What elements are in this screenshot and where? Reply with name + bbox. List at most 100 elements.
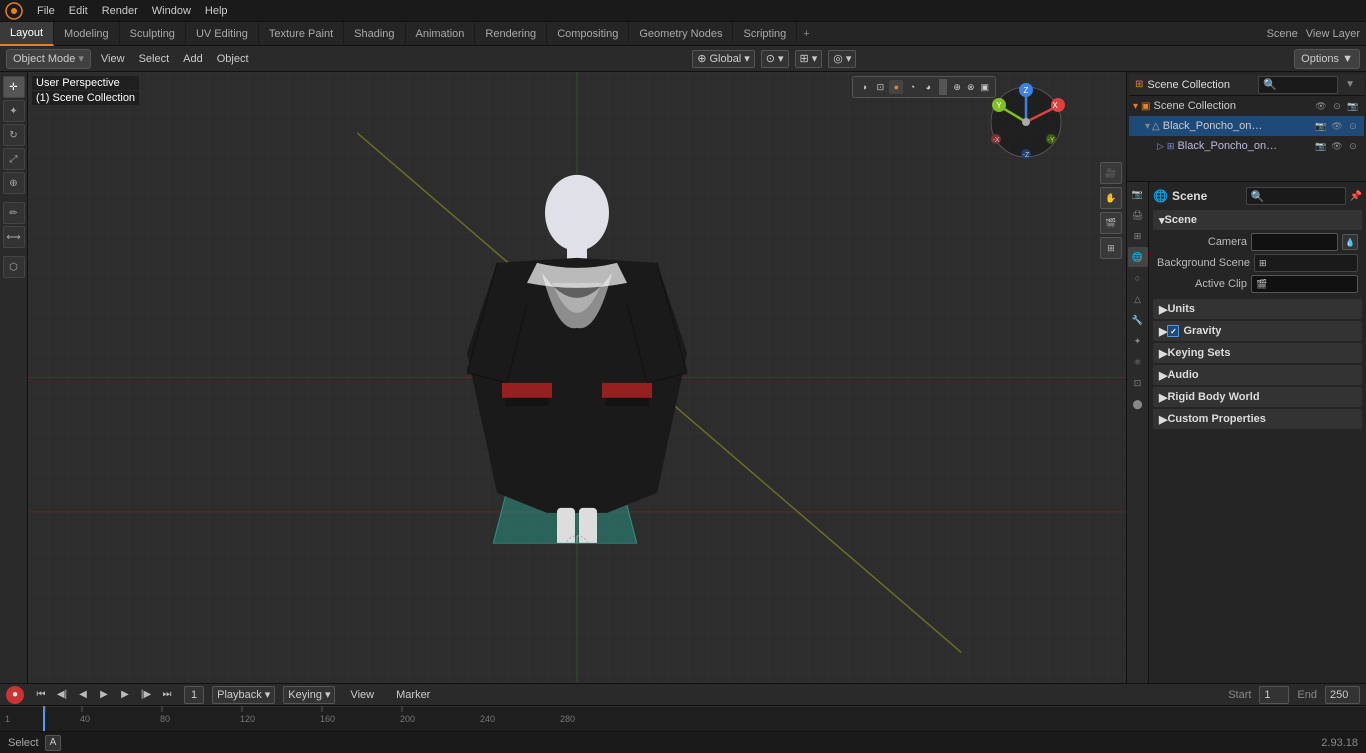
rendered-mode-button[interactable]: ◕ [921, 80, 935, 94]
transform-orientation[interactable]: ⊕ Global ▾ [692, 50, 755, 68]
xray-toggle[interactable]: ▣ [978, 82, 991, 93]
menu-file[interactable]: File [30, 3, 62, 19]
prop-icon-object-data[interactable]: ⊡ [1128, 373, 1148, 393]
custom-props-section-header[interactable]: ▶ Custom Properties [1153, 409, 1362, 429]
tool-rotate[interactable]: ↻ [3, 124, 25, 146]
current-frame-display[interactable]: 1 [184, 686, 204, 704]
outliner-item-render-icon[interactable]: ⊙ [1346, 119, 1360, 133]
gizmo-toggle[interactable]: ⊗ [965, 82, 977, 93]
object-menu[interactable]: Object [211, 51, 255, 67]
prop-icon-particles[interactable]: ✦ [1128, 331, 1148, 351]
play-button[interactable]: ▶ [95, 686, 113, 704]
outliner-sub-restrict-icon[interactable]: ⊙ [1346, 139, 1360, 153]
proportional-editing[interactable]: ◎ ▾ [828, 50, 856, 68]
outliner-item-scene-collection[interactable]: ▾ ▣ Scene Collection 👁 ⊙ 📷 [1129, 96, 1364, 116]
camera-view-button[interactable]: 🎥 [1100, 162, 1122, 184]
add-workspace-button[interactable]: + [797, 26, 815, 42]
tool-cursor[interactable]: ✛ [3, 76, 25, 98]
tab-modeling[interactable]: Modeling [54, 22, 120, 46]
properties-pin-button[interactable]: 📌 [1350, 191, 1362, 202]
audio-section-header[interactable]: ▶ Audio [1153, 365, 1362, 385]
pan-button[interactable]: ✋ [1100, 187, 1122, 209]
prop-icon-modifier[interactable]: 🔧 [1128, 310, 1148, 330]
outliner-sub-camera-icon[interactable]: 📷 [1314, 139, 1328, 153]
add-menu[interactable]: Add [177, 51, 209, 67]
prev-frame-button[interactable]: ◀ [74, 686, 92, 704]
outliner-sub-eye-icon[interactable]: 👁 [1330, 139, 1344, 153]
gravity-section-header[interactable]: ▶ ✓ Gravity [1153, 321, 1362, 341]
menu-edit[interactable]: Edit [62, 3, 95, 19]
tab-sculpting[interactable]: Sculpting [120, 22, 186, 46]
material-mode-button[interactable]: ◔ [905, 80, 919, 94]
outliner-item-eye-icon[interactable]: 👁 [1330, 119, 1344, 133]
tool-measure[interactable]: ⟷ [3, 226, 25, 248]
outliner-restrict-render[interactable]: 📷 [1346, 99, 1360, 113]
navigation-gizmo[interactable]: X Y Z -X -Y -Z [986, 82, 1066, 162]
prop-icon-material[interactable]: ⬤ [1128, 394, 1148, 414]
prop-icon-output[interactable]: 🖨 [1128, 205, 1148, 225]
gravity-checkbox[interactable]: ✓ [1167, 325, 1179, 337]
active-clip-field[interactable]: 🎬 [1251, 275, 1358, 293]
outliner-filter-button[interactable]: ▼ [1342, 79, 1358, 90]
view-menu[interactable]: View [95, 51, 131, 67]
timeline-marker-menu[interactable]: Marker [389, 687, 437, 703]
tool-transform[interactable]: ⊕ [3, 172, 25, 194]
jump-to-start-button[interactable]: ⏮ [32, 686, 50, 704]
outliner-item-poncho-sub[interactable]: ▷ ⊞ Black_Poncho_on_Manne 📷 👁 ⊙ [1129, 136, 1364, 156]
prop-icon-world[interactable]: ○ [1128, 268, 1148, 288]
snap-view-button[interactable]: ⊞ [1100, 237, 1122, 259]
viewport-shading-button[interactable]: ◑ [857, 80, 871, 94]
tab-uv-editing[interactable]: UV Editing [186, 22, 259, 46]
prop-icon-view-layer[interactable]: ⊞ [1128, 226, 1148, 246]
tab-animation[interactable]: Animation [406, 22, 476, 46]
prop-icon-object[interactable]: △ [1128, 289, 1148, 309]
viewport-3d[interactable]: User Perspective (1) Scene Collection X … [28, 72, 1126, 683]
prop-icon-render[interactable]: 📷 [1128, 184, 1148, 204]
tab-compositing[interactable]: Compositing [547, 22, 629, 46]
record-button[interactable]: ● [6, 686, 24, 704]
menu-help[interactable]: Help [198, 3, 235, 19]
tab-layout[interactable]: Layout [0, 22, 54, 46]
timeline-ruler[interactable]: 1 40 80 120 160 200 240 280 [0, 706, 1366, 731]
camera-field[interactable] [1251, 233, 1338, 251]
tool-add-object[interactable]: ⬡ [3, 256, 25, 278]
scene-selector[interactable]: Scene [1267, 28, 1298, 40]
tool-move[interactable]: ✦ [3, 100, 25, 122]
units-section-header[interactable]: ▶ Units [1153, 299, 1362, 319]
mode-selector[interactable]: Object Mode ▾ [6, 49, 91, 69]
tab-shading[interactable]: Shading [344, 22, 405, 46]
select-menu[interactable]: Select [133, 51, 176, 67]
overlay-toggle[interactable]: ⊕ [951, 82, 963, 93]
solid-mode-button[interactable]: ● [889, 80, 903, 94]
outliner-search[interactable]: 🔍 [1258, 76, 1338, 94]
zoom-button[interactable]: 🎬 [1100, 212, 1122, 234]
render-button[interactable]: ⊡ [873, 80, 887, 94]
outliner-restrict-viewport[interactable]: 👁 [1314, 99, 1328, 113]
prop-icon-scene[interactable]: 🌐 [1128, 247, 1148, 267]
snap-toggle[interactable]: ⊞ ▾ [795, 50, 823, 68]
prop-icon-physics[interactable]: ⚛ [1128, 352, 1148, 372]
start-frame-input[interactable]: 1 [1259, 686, 1289, 704]
menu-window[interactable]: Window [145, 3, 198, 19]
pivot-point[interactable]: ⊙ ▾ [761, 50, 789, 68]
keying-menu[interactable]: Keying ▾ [283, 686, 335, 704]
outliner-item-poncho[interactable]: ▾ △ Black_Poncho_on_Mannequin 📷 👁 ⊙ [1129, 116, 1364, 136]
background-scene-field[interactable]: ⊞ [1254, 254, 1358, 272]
camera-eyedropper-button[interactable]: 💧 [1342, 234, 1358, 250]
outliner-restrict-select[interactable]: ⊙ [1330, 99, 1344, 113]
tab-rendering[interactable]: Rendering [475, 22, 547, 46]
properties-search[interactable]: 🔍 [1246, 187, 1346, 205]
timeline-view-menu[interactable]: View [343, 687, 381, 703]
tab-scripting[interactable]: Scripting [733, 22, 797, 46]
view-layer-selector[interactable]: View Layer [1306, 28, 1360, 40]
tool-scale[interactable]: ⤢ [3, 148, 25, 170]
tab-texture-paint[interactable]: Texture Paint [259, 22, 344, 46]
tab-geometry-nodes[interactable]: Geometry Nodes [629, 22, 733, 46]
next-keyframe-button[interactable]: |▶ [137, 686, 155, 704]
menu-render[interactable]: Render [95, 3, 145, 19]
tool-annotate[interactable]: ✏ [3, 202, 25, 224]
prev-keyframe-button[interactable]: ◀| [53, 686, 71, 704]
scene-section-header[interactable]: ▾ Scene [1153, 210, 1362, 230]
keying-sets-section-header[interactable]: ▶ Keying Sets [1153, 343, 1362, 363]
outliner-item-camera-icon[interactable]: 📷 [1314, 119, 1328, 133]
